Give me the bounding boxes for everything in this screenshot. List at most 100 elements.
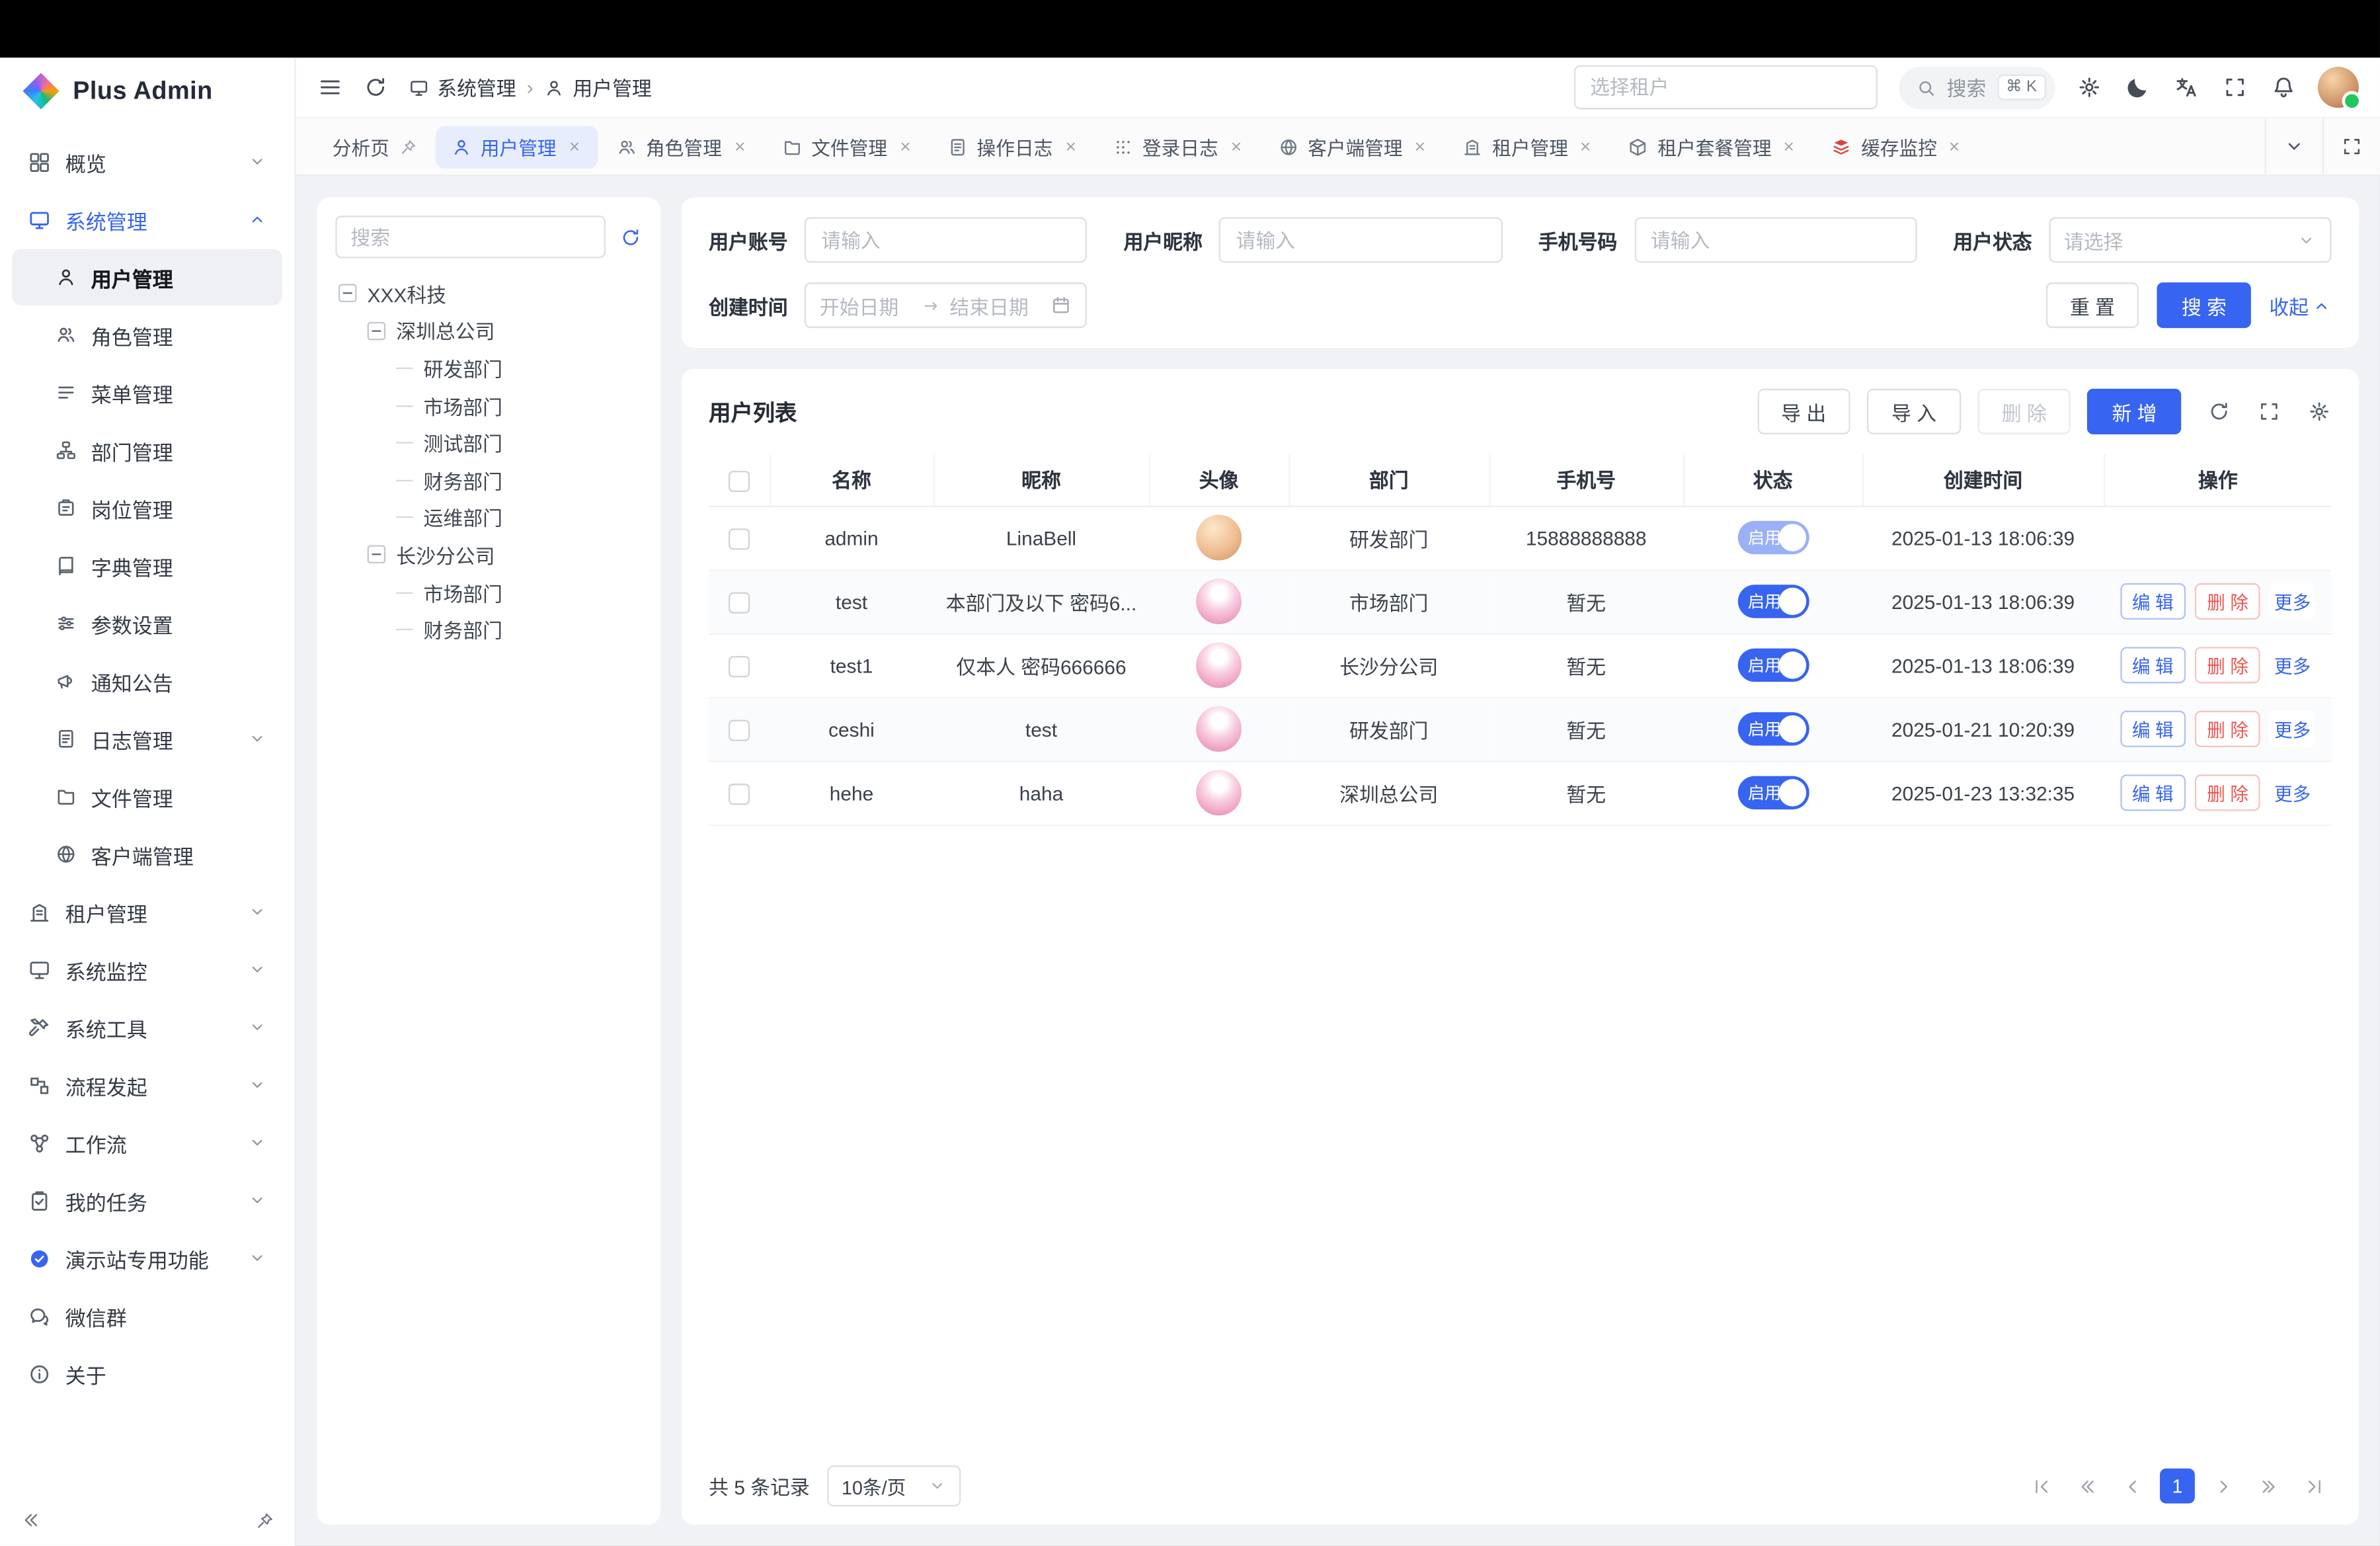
delete-button[interactable]: 删 除 xyxy=(1977,389,2071,434)
current-page-button[interactable]: 1 xyxy=(2160,1469,2195,1504)
export-button[interactable]: 导 出 xyxy=(1757,389,1850,434)
delete-button[interactable]: 删 除 xyxy=(2195,711,2261,747)
language-icon[interactable] xyxy=(2174,75,2200,101)
tree-node[interactable]: 财务部门 xyxy=(335,462,642,499)
phone-number-input[interactable] xyxy=(1634,217,1917,263)
tab-tenant[interactable]: 租户管理 xyxy=(1447,125,1609,167)
sidebar-item-client[interactable]: 客户端管理 xyxy=(12,826,282,882)
tenant-select-input[interactable] xyxy=(1590,76,1860,99)
sidebar-item-about[interactable]: 关于 xyxy=(12,1346,282,1402)
search-button[interactable]: 搜 索 xyxy=(2157,282,2250,328)
collapse-filters-link[interactable]: 收起 xyxy=(2269,291,2331,320)
sidebar-item-department[interactable]: 部门管理 xyxy=(12,422,282,478)
refresh-icon[interactable] xyxy=(363,75,389,101)
create-time-range-picker[interactable]: 开始日期 结束日期 xyxy=(805,282,1088,328)
tree-node[interactable]: 运维部门 xyxy=(335,499,642,536)
row-checkbox[interactable] xyxy=(729,719,750,741)
close-icon[interactable] xyxy=(1411,138,1428,155)
prev-page-button[interactable] xyxy=(2114,1469,2149,1504)
sidebar-item-demo[interactable]: 演示站专用功能 xyxy=(12,1230,282,1286)
tab-analysis[interactable]: 分析页 xyxy=(317,125,432,167)
close-icon[interactable] xyxy=(1577,138,1594,155)
close-icon[interactable] xyxy=(731,138,748,155)
tree-node[interactable]: 长沙分公司 xyxy=(335,536,642,573)
edit-button[interactable]: 编 辑 xyxy=(2120,583,2186,620)
menu-collapse-icon[interactable] xyxy=(317,75,343,101)
sidebar-pin-icon[interactable] xyxy=(255,1510,275,1530)
tab-role[interactable]: 角色管理 xyxy=(600,125,763,167)
status-toggle[interactable]: 启用 xyxy=(1737,521,1809,555)
tree-node[interactable]: 测试部门 xyxy=(335,425,642,462)
sidebar-item-file[interactable]: 文件管理 xyxy=(12,768,282,825)
close-icon[interactable] xyxy=(1227,138,1244,155)
tree-node[interactable]: 深圳总公司 xyxy=(335,312,642,349)
collapse-toggle-icon[interactable] xyxy=(338,284,357,303)
sidebar-item-tools[interactable]: 系统工具 xyxy=(12,999,282,1055)
fullscreen-icon[interactable] xyxy=(2222,75,2248,101)
select-all-checkbox[interactable] xyxy=(728,470,749,491)
tree-refresh-icon[interactable] xyxy=(619,225,642,248)
sidebar-item-param[interactable]: 参数设置 xyxy=(12,595,282,651)
row-checkbox[interactable] xyxy=(729,528,750,549)
sidebar-item-dict[interactable]: 字典管理 xyxy=(12,538,282,594)
sidebar-item-menu[interactable]: 菜单管理 xyxy=(12,364,282,421)
row-checkbox[interactable] xyxy=(729,656,750,677)
sidebar-collapse-icon[interactable] xyxy=(20,1510,41,1531)
import-button[interactable]: 导 入 xyxy=(1867,389,1960,434)
jump-next-button[interactable] xyxy=(2251,1469,2286,1504)
sidebar-item-task[interactable]: 我的任务 xyxy=(12,1172,282,1229)
global-search[interactable]: 搜索 ⌘ K xyxy=(1898,66,2055,108)
content-fullscreen-button[interactable] xyxy=(2322,118,2380,175)
sidebar-item-monitor[interactable]: 系统监控 xyxy=(12,942,282,998)
sidebar-item-log[interactable]: 日志管理 xyxy=(12,711,282,767)
edit-button[interactable]: 编 辑 xyxy=(2120,774,2186,811)
tree-node[interactable]: XXX科技 xyxy=(335,275,642,312)
pin-icon[interactable] xyxy=(399,138,417,156)
user-nickname-input[interactable] xyxy=(1219,217,1502,263)
close-icon[interactable] xyxy=(1946,138,1963,155)
delete-button[interactable]: 删 除 xyxy=(2195,583,2261,620)
tab-list-button[interactable] xyxy=(2264,118,2322,175)
tree-node[interactable]: 研发部门 xyxy=(335,350,642,387)
delete-button[interactable]: 删 除 xyxy=(2195,647,2261,683)
close-icon[interactable] xyxy=(1062,138,1078,155)
status-toggle[interactable]: 启用 xyxy=(1737,585,1809,618)
close-icon[interactable] xyxy=(896,138,913,155)
collapse-toggle-icon[interactable] xyxy=(368,546,386,565)
delete-button[interactable]: 删 除 xyxy=(2195,774,2261,811)
column-settings-icon[interactable] xyxy=(2307,399,2332,424)
notification-icon[interactable] xyxy=(2271,75,2297,101)
sidebar-item-overview[interactable]: 概览 xyxy=(12,134,282,190)
tab-operation-log[interactable]: 操作日志 xyxy=(932,125,1094,167)
tree-search-input[interactable] xyxy=(335,216,606,258)
more-button[interactable]: 更多 xyxy=(2270,711,2315,747)
reset-button[interactable]: 重 置 xyxy=(2045,282,2139,328)
sidebar-item-workflow[interactable]: 工作流 xyxy=(12,1115,282,1171)
status-toggle[interactable]: 启用 xyxy=(1737,649,1809,682)
status-toggle[interactable]: 启用 xyxy=(1737,712,1809,746)
add-button[interactable]: 新 增 xyxy=(2088,389,2181,434)
settings-icon[interactable] xyxy=(2077,75,2102,101)
breadcrumb-item[interactable]: 系统管理 xyxy=(409,73,516,102)
row-checkbox[interactable] xyxy=(729,784,750,805)
jump-prev-button[interactable] xyxy=(2069,1469,2104,1504)
sidebar-item-wechat[interactable]: 微信群 xyxy=(12,1288,282,1344)
tab-user[interactable]: 用户管理 xyxy=(435,125,598,167)
tab-file[interactable]: 文件管理 xyxy=(766,125,928,167)
tree-node[interactable]: 市场部门 xyxy=(335,387,642,424)
breadcrumb-item[interactable]: 用户管理 xyxy=(544,73,652,102)
sidebar-item-system[interactable]: 系统管理 xyxy=(12,191,282,247)
dark-mode-icon[interactable] xyxy=(2125,75,2151,101)
row-checkbox[interactable] xyxy=(729,592,750,613)
sidebar-item-notice[interactable]: 通知公告 xyxy=(12,653,282,710)
tab-login-log[interactable]: 登录日志 xyxy=(1097,125,1259,167)
close-icon[interactable] xyxy=(565,138,582,155)
tab-client[interactable]: 客户端管理 xyxy=(1262,125,1443,167)
tab-redis[interactable]: 缓存监控 xyxy=(1815,125,1978,167)
more-button[interactable]: 更多 xyxy=(2270,583,2315,620)
more-button[interactable]: 更多 xyxy=(2270,774,2315,811)
sidebar-item-user[interactable]: 用户管理 xyxy=(12,249,282,305)
last-page-button[interactable] xyxy=(2297,1469,2332,1504)
page-size-select[interactable]: 10条/页 xyxy=(828,1465,961,1506)
status-toggle[interactable]: 启用 xyxy=(1737,776,1809,810)
